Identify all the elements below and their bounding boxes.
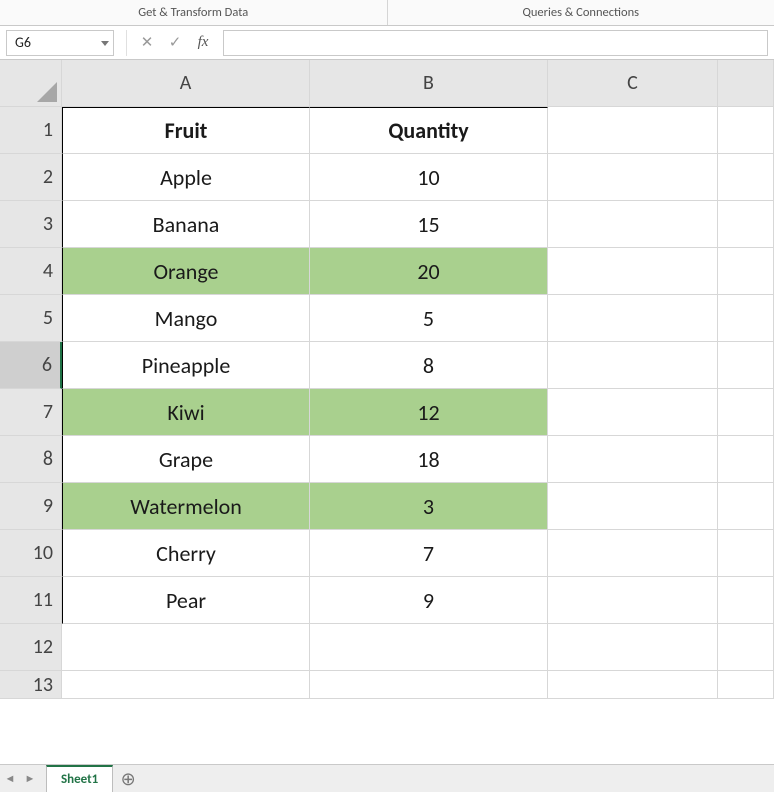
tab-nav-prev[interactable]: ◄ <box>0 765 20 792</box>
name-box-value: G6 <box>15 34 31 51</box>
insert-function-button[interactable]: fx <box>189 30 217 56</box>
cell-A3[interactable]: Banana <box>62 201 310 248</box>
cell-B12[interactable] <box>310 624 548 671</box>
sheet-tab-active[interactable]: Sheet1 <box>46 765 113 792</box>
cell-B4[interactable]: 20 <box>310 248 548 295</box>
cell-A8[interactable]: Grape <box>62 436 310 483</box>
column-header-C[interactable]: C <box>548 60 718 107</box>
cell-extra-10[interactable] <box>718 530 774 577</box>
cell-A5[interactable]: Mango <box>62 295 310 342</box>
sheet-tabs-bar: ◄ ► Sheet1 ⊕ <box>0 764 774 792</box>
cell-C12[interactable] <box>548 624 718 671</box>
row-header-3[interactable]: 3 <box>0 201 62 248</box>
cell-B7[interactable]: 12 <box>310 389 548 436</box>
row-header-12[interactable]: 12 <box>0 624 62 671</box>
cell-C13[interactable] <box>548 671 718 699</box>
cell-B10[interactable]: 7 <box>310 530 548 577</box>
cell-extra-11[interactable] <box>718 577 774 624</box>
cell-B6[interactable]: 8 <box>310 342 548 389</box>
row-header-7[interactable]: 7 <box>0 389 62 436</box>
row-header-11[interactable]: 11 <box>0 577 62 624</box>
cell-A2[interactable]: Apple <box>62 154 310 201</box>
cell-extra-2[interactable] <box>718 154 774 201</box>
ribbon-group-labels: Get & Transform Data Queries & Connectio… <box>0 0 774 26</box>
ribbon-group-queries[interactable]: Queries & Connections <box>388 0 774 25</box>
cell-C1[interactable] <box>548 107 718 154</box>
row-header-5[interactable]: 5 <box>0 295 62 342</box>
row-header-6[interactable]: 6 <box>0 342 62 389</box>
tab-nav-next[interactable]: ► <box>20 765 40 792</box>
cell-B8[interactable]: 18 <box>310 436 548 483</box>
cell-C2[interactable] <box>548 154 718 201</box>
column-header-extra[interactable] <box>718 60 774 107</box>
cell-B11[interactable]: 9 <box>310 577 548 624</box>
cell-A11[interactable]: Pear <box>62 577 310 624</box>
cell-A10[interactable]: Cherry <box>62 530 310 577</box>
ribbon-group-data[interactable]: Get & Transform Data <box>0 0 388 25</box>
cell-C8[interactable] <box>548 436 718 483</box>
cell-A12[interactable] <box>62 624 310 671</box>
name-box[interactable]: G6 <box>6 30 114 56</box>
cell-C11[interactable] <box>548 577 718 624</box>
cell-extra-9[interactable] <box>718 483 774 530</box>
cell-A6[interactable]: Pineapple <box>62 342 310 389</box>
cell-extra-1[interactable] <box>718 107 774 154</box>
row-header-8[interactable]: 8 <box>0 436 62 483</box>
row-header-10[interactable]: 10 <box>0 530 62 577</box>
cell-A1[interactable]: Fruit <box>62 107 310 154</box>
cell-C4[interactable] <box>548 248 718 295</box>
cell-extra-5[interactable] <box>718 295 774 342</box>
cell-A13[interactable] <box>62 671 310 699</box>
column-header-A[interactable]: A <box>62 60 310 107</box>
spreadsheet-grid[interactable]: ABC1FruitQuantity2Apple103Banana154Orang… <box>0 60 774 764</box>
cell-C9[interactable] <box>548 483 718 530</box>
cell-C3[interactable] <box>548 201 718 248</box>
check-icon: ✓ <box>169 33 182 52</box>
cell-A9[interactable]: Watermelon <box>62 483 310 530</box>
row-header-2[interactable]: 2 <box>0 154 62 201</box>
cell-extra-3[interactable] <box>718 201 774 248</box>
close-icon: ✕ <box>141 33 154 52</box>
enter-button[interactable]: ✓ <box>161 30 189 56</box>
row-header-13[interactable]: 13 <box>0 671 62 699</box>
cancel-button[interactable]: ✕ <box>133 30 161 56</box>
cell-B9[interactable]: 3 <box>310 483 548 530</box>
column-header-B[interactable]: B <box>310 60 548 107</box>
cell-B1[interactable]: Quantity <box>310 107 548 154</box>
cell-B3[interactable]: 15 <box>310 201 548 248</box>
select-all-corner[interactable] <box>0 60 62 107</box>
cell-A4[interactable]: Orange <box>62 248 310 295</box>
cell-C7[interactable] <box>548 389 718 436</box>
row-header-9[interactable]: 9 <box>0 483 62 530</box>
formula-input[interactable] <box>223 30 768 56</box>
cell-B5[interactable]: 5 <box>310 295 548 342</box>
cell-extra-7[interactable] <box>718 389 774 436</box>
formula-bar: G6 ✕ ✓ fx <box>0 26 774 60</box>
cell-C5[interactable] <box>548 295 718 342</box>
cell-extra-4[interactable] <box>718 248 774 295</box>
separator <box>126 30 127 56</box>
cell-extra-12[interactable] <box>718 624 774 671</box>
chevron-down-icon[interactable] <box>101 41 109 46</box>
cell-B13[interactable] <box>310 671 548 699</box>
cell-B2[interactable]: 10 <box>310 154 548 201</box>
row-header-4[interactable]: 4 <box>0 248 62 295</box>
cell-extra-8[interactable] <box>718 436 774 483</box>
row-header-1[interactable]: 1 <box>0 107 62 154</box>
fx-icon: fx <box>198 34 209 51</box>
cell-C10[interactable] <box>548 530 718 577</box>
cell-C6[interactable] <box>548 342 718 389</box>
cell-extra-13[interactable] <box>718 671 774 699</box>
add-sheet-button[interactable]: ⊕ <box>113 765 143 792</box>
cell-extra-6[interactable] <box>718 342 774 389</box>
cell-A7[interactable]: Kiwi <box>62 389 310 436</box>
